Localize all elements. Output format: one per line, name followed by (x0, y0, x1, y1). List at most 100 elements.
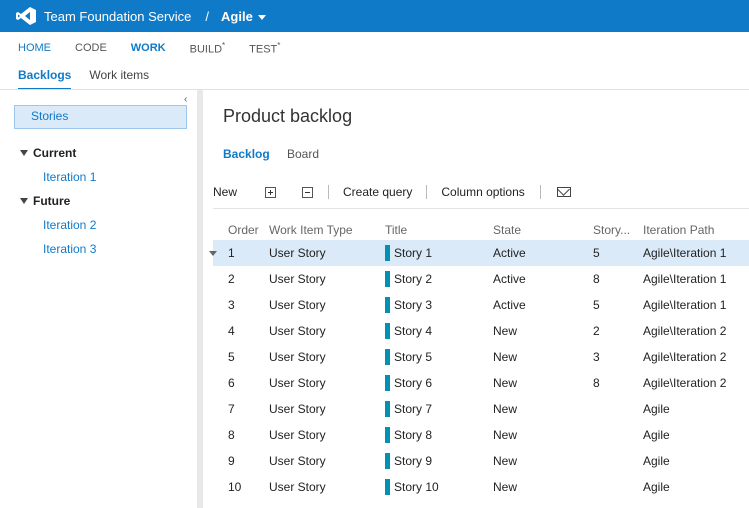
group-current[interactable]: Current (20, 146, 76, 160)
table-row[interactable]: 10 User Story Story 10 New Agile (213, 474, 749, 500)
hub-code[interactable]: CODE (75, 42, 107, 54)
visual-studio-logo-icon[interactable] (16, 6, 36, 26)
group-label: Future (33, 194, 71, 208)
cell-story-points (593, 448, 637, 474)
chevron-down-icon (257, 14, 266, 20)
cell-story-points-text: 2 (593, 324, 600, 338)
hub-build[interactable]: BUILD* (190, 41, 226, 56)
work-item-color-bar (385, 478, 390, 495)
cell-order-text: 10 (228, 480, 242, 494)
cell-title: Story 5 (385, 344, 489, 370)
brand-name[interactable]: Team Foundation Service (44, 9, 191, 24)
hub-test[interactable]: TEST* (249, 41, 280, 56)
main-content: Product backlog Backlog Board New Create… (203, 90, 749, 508)
column-header-type[interactable]: Work Item Type (269, 220, 381, 240)
cell-iteration-path: Agile (643, 474, 749, 500)
cell-order-text: 1 (228, 246, 235, 260)
backlog-toolbar: New Create query Column options (213, 182, 571, 202)
cell-story-points: 2 (593, 318, 637, 344)
hub-home[interactable]: HOME (18, 42, 51, 54)
left-pane: ‹ Stories Current Iteration 1 Future Ite… (0, 90, 197, 508)
tab-backlogs[interactable]: Backlogs (18, 64, 72, 90)
collapse-pane-icon[interactable]: ‹ (184, 94, 187, 105)
cell-title-text[interactable]: Story 1 (394, 246, 432, 260)
cell-story-points: 5 (593, 292, 637, 318)
cell-iteration-path-text: Agile\Iteration 2 (643, 350, 727, 364)
table-row[interactable]: 6 User Story Story 6 New 8 Agile\Iteration 2 (213, 370, 749, 396)
project-selector[interactable]: Agile (221, 9, 266, 24)
cell-title: Story 2 (385, 266, 489, 292)
create-query-button[interactable]: Create query (343, 185, 412, 199)
cell-state-text: New (493, 350, 518, 364)
table-row[interactable]: 3 User Story Story 3 Active 5 Agile\Iteration… (213, 292, 749, 318)
tab-board[interactable]: Board (287, 147, 319, 161)
column-header-state[interactable]: State (493, 220, 589, 240)
backlog-stories-item[interactable]: Stories (14, 105, 187, 129)
cell-title-text[interactable]: Story 5 (394, 350, 432, 364)
table-row[interactable]: 1 User Story Story 1 Active 5 Agile\Iteration… (209, 240, 749, 266)
cell-state-text: New (493, 428, 518, 442)
column-header-iteration-path[interactable]: Iteration Path (643, 220, 749, 240)
cell-story-points-text: 8 (593, 272, 600, 286)
tab-work-items[interactable]: Work items (89, 64, 149, 90)
cell-state: New (493, 396, 589, 422)
sub-navigation: Backlogs Work items (0, 64, 749, 90)
cell-title: Story 9 (385, 448, 489, 474)
cell-story-points-text: 3 (593, 350, 600, 364)
row-context-menu-icon[interactable] (209, 251, 217, 256)
cell-state-text: New (493, 324, 518, 338)
cell-title-text[interactable]: Story 8 (394, 428, 432, 442)
table-row[interactable]: 7 User Story Story 7 New Agile (213, 396, 749, 422)
table-row[interactable]: 5 User Story Story 5 New 3 Agile\Iteration 2 (213, 344, 749, 370)
iteration-1-link[interactable]: Iteration 1 (43, 170, 96, 184)
cell-story-points: 8 (593, 266, 637, 292)
cell-iteration-path: Agile (643, 396, 749, 422)
table-row[interactable]: 4 User Story Story 4 New 2 Agile\Iteration 2 (213, 318, 749, 344)
cell-iteration-path: Agile\Iteration 1 (643, 240, 749, 266)
cell-title-text[interactable]: Story 9 (394, 454, 432, 468)
cell-iteration-path: Agile\Iteration 1 (643, 292, 749, 318)
table-row[interactable]: 8 User Story Story 8 New Agile (213, 422, 749, 448)
column-header-story-points[interactable]: Story... (593, 220, 637, 240)
cell-title-text[interactable]: Story 4 (394, 324, 432, 338)
cell-order-text: 9 (228, 454, 235, 468)
cell-iteration-path: Agile (643, 448, 749, 474)
cell-order: 10 (228, 474, 266, 500)
expand-all-icon[interactable] (265, 186, 277, 198)
work-item-color-bar (385, 374, 390, 391)
cell-title-text[interactable]: Story 7 (394, 402, 432, 416)
cell-order: 1 (228, 240, 266, 266)
table-row[interactable]: 9 User Story Story 9 New Agile (213, 448, 749, 474)
iteration-2-link[interactable]: Iteration 2 (43, 218, 96, 232)
column-header-title[interactable]: Title (385, 220, 489, 240)
iteration-3-link[interactable]: Iteration 3 (43, 242, 96, 256)
collapse-all-icon[interactable] (302, 186, 314, 198)
cell-story-points: 5 (593, 240, 637, 266)
expand-triangle-icon (20, 150, 28, 156)
email-icon[interactable] (556, 187, 571, 197)
cell-iteration-path-text: Agile (643, 428, 670, 442)
hub-work[interactable]: WORK (131, 42, 166, 54)
grid-header: Order Work Item Type Title State Story..… (213, 220, 749, 240)
cell-type: User Story (269, 370, 381, 396)
new-button[interactable]: New (213, 185, 237, 199)
table-row[interactable]: 2 User Story Story 2 Active 8 Agile\Iteration… (213, 266, 749, 292)
cell-order-text: 6 (228, 376, 235, 390)
toolbar-divider (539, 185, 541, 199)
cell-title-text[interactable]: Story 10 (394, 480, 439, 494)
column-options-button[interactable]: Column options (441, 185, 524, 199)
column-header-order[interactable]: Order (228, 220, 266, 240)
cell-title-text[interactable]: Story 2 (394, 272, 432, 286)
cell-story-points: 8 (593, 370, 637, 396)
cell-type: User Story (269, 318, 381, 344)
tab-backlog[interactable]: Backlog (223, 147, 270, 161)
group-future[interactable]: Future (20, 194, 70, 208)
cell-order-text: 2 (228, 272, 235, 286)
cell-title-text[interactable]: Story 3 (394, 298, 432, 312)
cell-type-text: User Story (269, 376, 326, 390)
cell-title-text[interactable]: Story 6 (394, 376, 432, 390)
work-item-color-bar (385, 322, 390, 339)
cell-state: New (493, 474, 589, 500)
work-item-color-bar (385, 426, 390, 443)
cell-type-text: User Story (269, 246, 326, 260)
